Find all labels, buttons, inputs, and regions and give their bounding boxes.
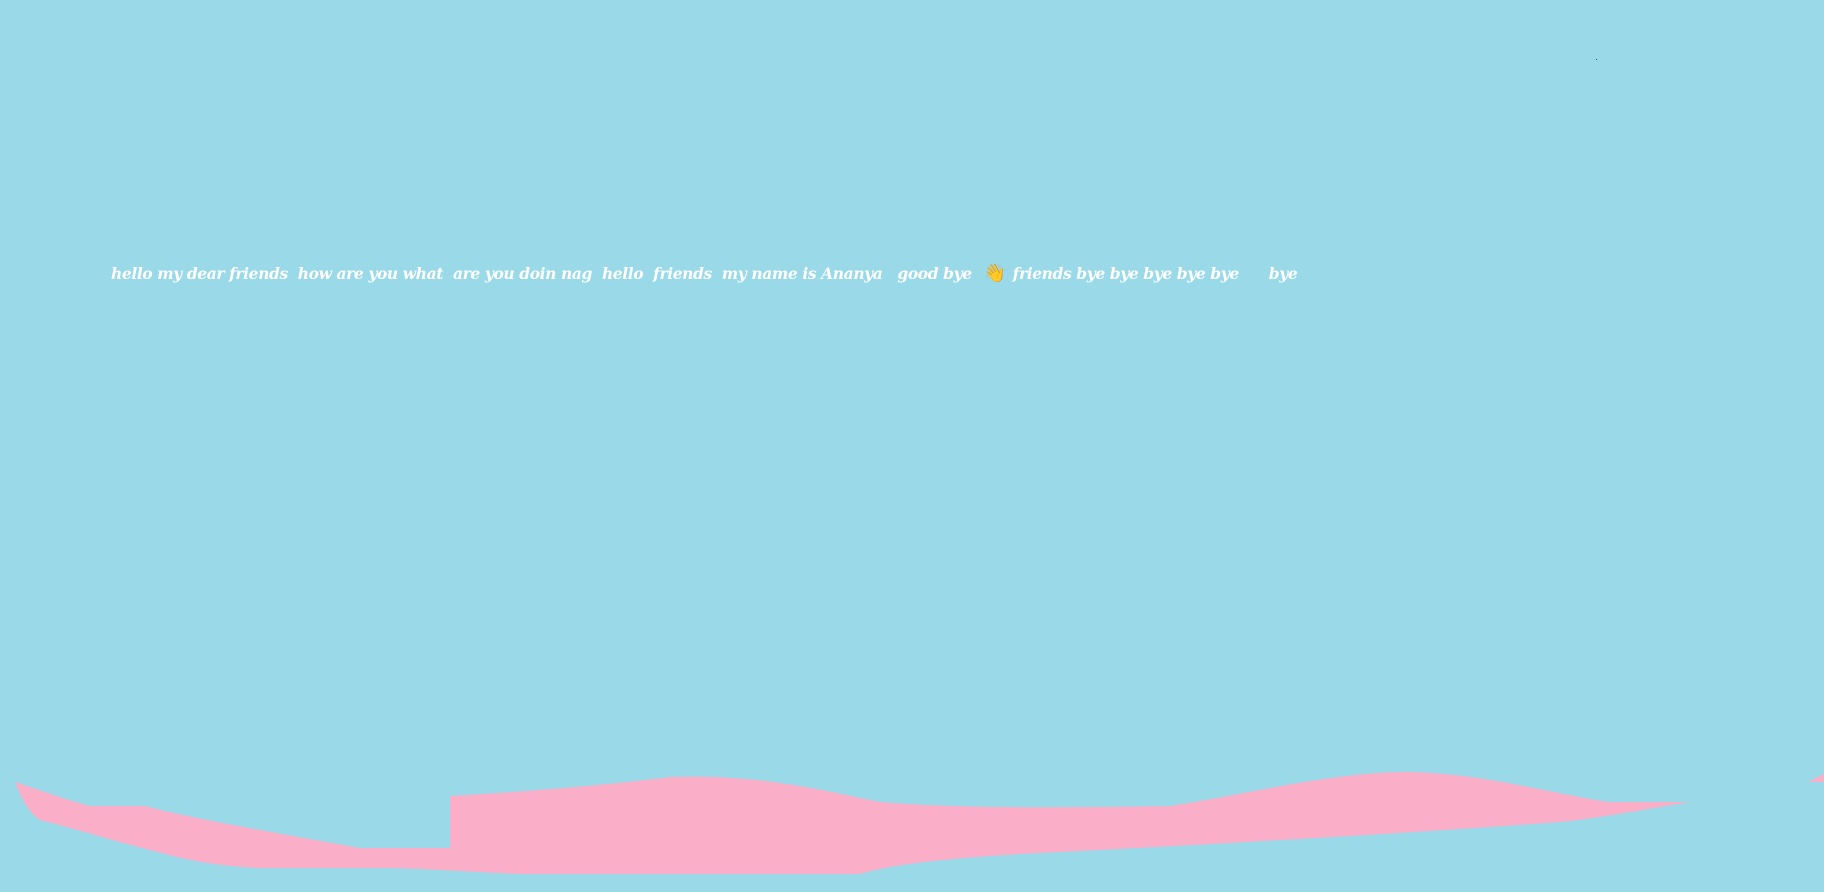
pink-wave-edge-right [1808,774,1824,782]
message-text-part-2: friends bye bye bye bye bye bye [1007,264,1298,283]
pink-wave-shape [15,772,1824,874]
tiny-dot [1596,59,1597,60]
message-text: hello my dear friends how are you what a… [111,262,1298,286]
waving-hand-icon: 👋 [983,263,1006,284]
pink-wave-path [15,772,1690,874]
page-canvas: hello my dear friends how are you what a… [0,0,1824,892]
message-text-part-1: hello my dear friends how are you what a… [111,264,982,283]
